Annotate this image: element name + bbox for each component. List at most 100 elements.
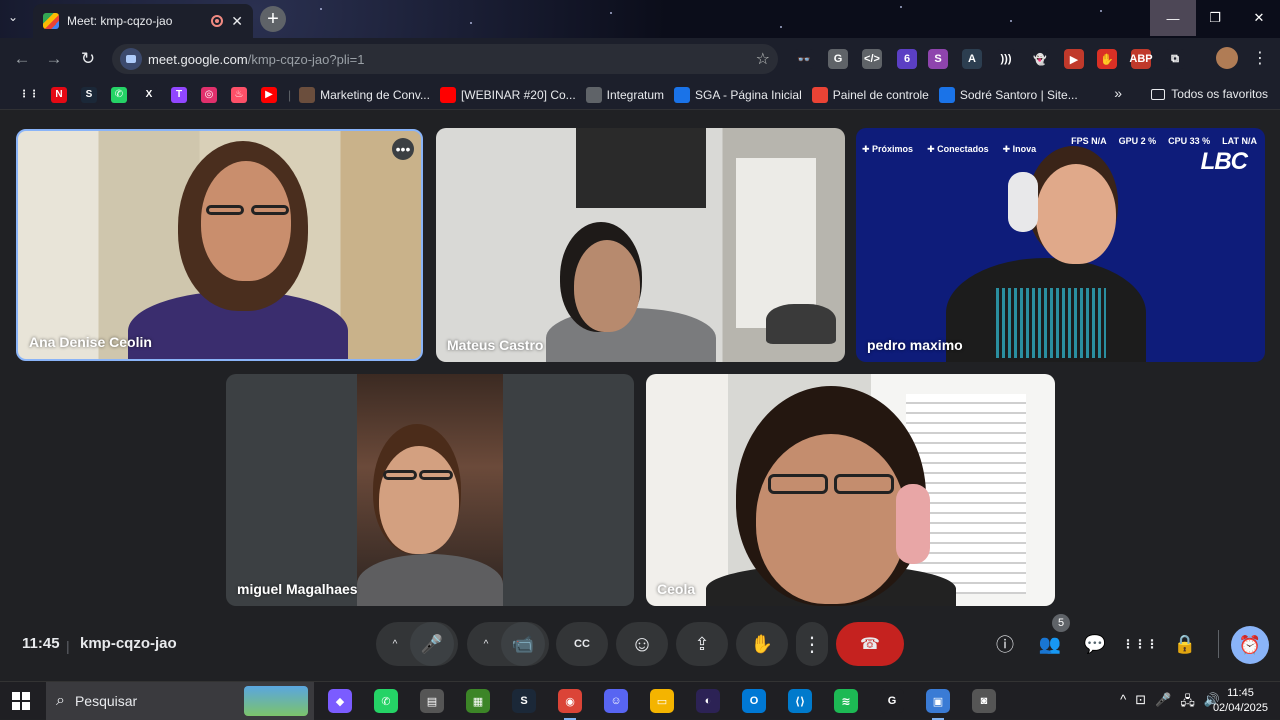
remote-taskbar-icon[interactable]: ▣	[926, 689, 950, 720]
explorer-taskbar-icon[interactable]: ▭	[650, 689, 674, 713]
instagram-icon[interactable]: ◎	[201, 86, 217, 103]
star-decor	[900, 6, 902, 8]
bookmark-item[interactable]: Integratum	[582, 86, 665, 103]
taskbar-clock[interactable]: 11:45 02/04/2025	[1213, 686, 1268, 716]
youtube-icon[interactable]: ▶	[261, 86, 277, 103]
start-button[interactable]	[12, 692, 30, 710]
code-ext-icon[interactable]: </>	[862, 49, 882, 69]
discord-taskbar-icon[interactable]: ☺	[604, 689, 628, 713]
x-icon[interactable]: X	[141, 86, 157, 103]
address-bar[interactable]: meet.google.com/kmp-cqzo-jao?pli=1 ☆	[112, 44, 778, 74]
steam-taskbar-icon[interactable]: S	[512, 689, 536, 713]
face-shape	[379, 446, 459, 554]
spotify-taskbar-icon[interactable]: ≋	[834, 689, 858, 713]
netflix-icon[interactable]: N	[51, 86, 67, 103]
twitch-icon[interactable]: T	[171, 86, 187, 103]
clock-date: 02/04/2025	[1212, 702, 1268, 714]
bookmark-item[interactable]: Painel de controle	[808, 86, 929, 103]
copilot-icon[interactable]: ◆	[328, 689, 352, 713]
meet-tray-icon[interactable]: ⊡	[1135, 692, 1146, 714]
chrome-taskbar-icon[interactable]: ◉	[558, 689, 582, 720]
emoji-reactions-button[interactable]: ☺	[616, 622, 668, 666]
camera-taskbar-icon[interactable]: ◙	[972, 689, 996, 713]
participant-tile-mateus[interactable]: Mateus Castro	[436, 128, 845, 362]
site-info-icon[interactable]	[120, 48, 142, 70]
show-hidden-icons[interactable]: ^	[1120, 692, 1126, 714]
microphone-tray-icon[interactable]: 🎤	[1155, 692, 1171, 714]
url-path: /kmp-cqzo-jao?pli=1	[247, 51, 365, 67]
hand-ext-icon[interactable]: ✋	[1097, 49, 1117, 69]
chat-icon[interactable]: 💬	[1082, 631, 1108, 657]
meeting-info-icon[interactable]: ⓘ	[992, 631, 1018, 657]
bookmark-label: Integratum	[606, 87, 665, 102]
more-options-button[interactable]: ⋮	[796, 622, 828, 666]
dashboard-icon	[811, 86, 828, 103]
timer-icon[interactable]: ⏰	[1231, 626, 1269, 664]
s-ext-icon[interactable]: S	[928, 49, 948, 69]
profile-avatar[interactable]	[1216, 47, 1238, 69]
reload-button[interactable]: ↻	[76, 47, 100, 71]
new-tab-button[interactable]: +	[260, 6, 286, 32]
tinder-icon[interactable]: ♨	[231, 86, 247, 103]
minimize-button[interactable]: —	[1150, 0, 1196, 36]
shield-ext-icon[interactable]: 6	[897, 49, 917, 69]
shirt-shape	[357, 554, 503, 606]
a-ext-icon[interactable]: A	[962, 49, 982, 69]
outlook-taskbar-icon[interactable]: O	[742, 689, 766, 713]
network-icon[interactable]: 🖧	[1180, 692, 1195, 714]
bookmarks-bar: ⋮⋮ N S ✆ X T ◎ ♨ ▶ | Marketing de Conv... [WEBINA…	[0, 80, 1280, 110]
people-icon[interactable]: 👥	[1037, 631, 1063, 657]
captions-button[interactable]: CC	[556, 622, 608, 666]
minecraft-taskbar-icon[interactable]: ▦	[466, 689, 490, 713]
microphone-icon[interactable]: 🎤	[410, 622, 454, 666]
overlay-menu-item: ✚ Conectados	[927, 144, 989, 154]
tab-close-icon[interactable]: ✕	[231, 14, 243, 28]
play-ext-icon[interactable]: ▶	[1064, 49, 1084, 69]
bookmark-item[interactable]: Marketing de Conv...	[295, 86, 430, 103]
forward-button[interactable]: →	[42, 47, 66, 71]
g-ext-icon[interactable]: G	[828, 49, 848, 69]
whatsapp-icon[interactable]: ✆	[111, 86, 127, 103]
tab-search-button[interactable]: ⌄	[8, 10, 18, 24]
notes-taskbar-icon[interactable]: ▤	[420, 689, 444, 713]
leave-call-button[interactable]: ☎	[836, 622, 904, 666]
puzzle-ext-icon[interactable]: ⧉	[1165, 49, 1185, 69]
ghost-ext-icon[interactable]: 👻	[1030, 49, 1050, 69]
whatsapp-taskbar-icon[interactable]: ✆	[374, 689, 398, 713]
bookmark-star-icon[interactable]: ☆	[756, 49, 770, 69]
tab-meet[interactable]: Meet: kmp-cqzo-jao ✕	[33, 4, 253, 38]
bookmarks-overflow-button[interactable]: »	[1114, 85, 1122, 101]
bookmark-item[interactable]: Sodré Santoro | Site...	[935, 86, 1078, 103]
tile-more-options-button[interactable]: •••	[392, 138, 414, 160]
participant-tile-miguel[interactable]: miguel Magalhaes	[226, 374, 634, 606]
host-controls-icon[interactable]: 🔒	[1172, 631, 1198, 657]
door-shape	[736, 158, 816, 328]
raise-hand-button[interactable]: ✋	[736, 622, 788, 666]
bookmark-item[interactable]: [WEBINAR #20] Co...	[436, 86, 576, 103]
close-window-button[interactable]: ✕	[1236, 0, 1280, 36]
wave-ext-icon[interactable]: )))	[996, 49, 1016, 69]
video-options-button[interactable]: ^	[471, 639, 501, 650]
g-hub-taskbar-icon[interactable]: G	[880, 689, 904, 713]
audio-options-button[interactable]: ^	[380, 639, 410, 650]
vscode-taskbar-icon[interactable]: ⟨⟩	[788, 689, 812, 713]
back-button[interactable]: ←	[10, 47, 34, 71]
glasses-shape	[383, 470, 417, 480]
abp-ext-icon[interactable]: ABP	[1129, 49, 1153, 69]
activities-icon[interactable]: ⋮⋮⋮	[1122, 631, 1158, 657]
present-screen-button[interactable]: ⇪	[676, 622, 728, 666]
camera-icon[interactable]: 📹	[501, 622, 545, 666]
bookmark-item[interactable]: SGA - Página Inicial	[670, 86, 802, 103]
participant-tile-pedro[interactable]: ✚ Próximos ✚ Conectados ✚ Inova FPS N/A …	[856, 128, 1265, 362]
eclipse-taskbar-icon[interactable]: ◐	[696, 689, 720, 713]
participant-tile-ceola[interactable]: Ceola	[646, 374, 1055, 606]
steam-icon[interactable]: S	[81, 86, 97, 103]
browser-menu-icon[interactable]: ⋮	[1252, 48, 1268, 68]
apps-icon[interactable]: ⋮⋮	[19, 86, 39, 103]
taskbar-search[interactable]: ⌕ Pesquisar	[46, 682, 314, 720]
restore-button[interactable]: ❐	[1192, 0, 1238, 36]
star-decor	[1010, 20, 1012, 22]
incognito-ext-icon[interactable]: 👓	[794, 49, 814, 69]
all-bookmarks-button[interactable]: Todos os favoritos	[1151, 87, 1268, 101]
participant-tile-ana[interactable]: ••• Ana Denise Ceolin	[16, 129, 423, 361]
